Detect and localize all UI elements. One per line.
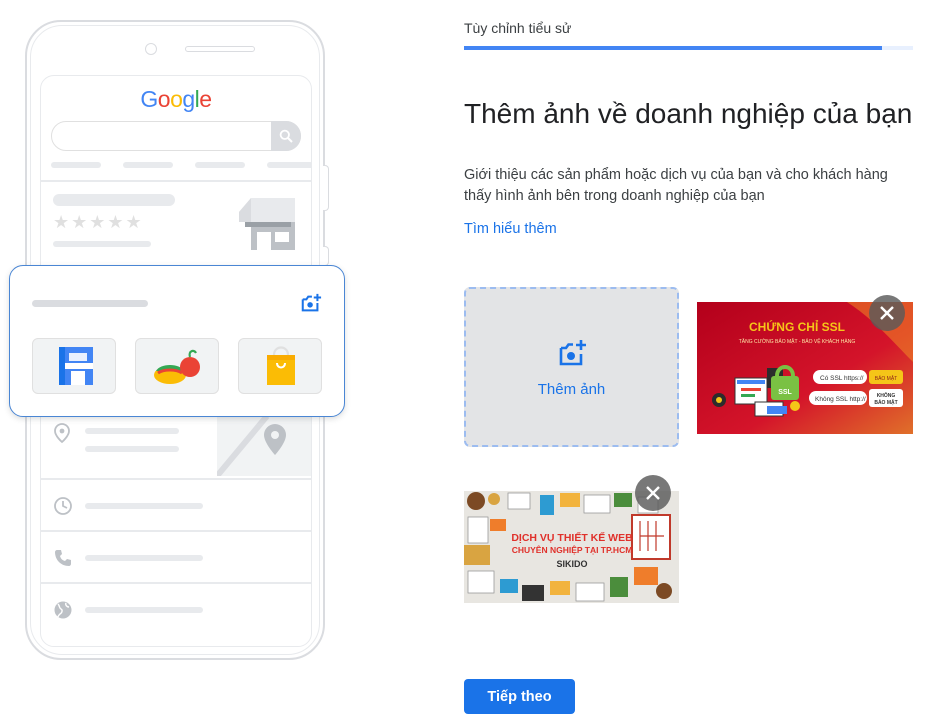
ssl-lock-label: SSL [778, 389, 792, 396]
thumbnail-food [135, 338, 219, 394]
close-icon [646, 486, 660, 500]
ssl-line2: Không SSL http:// [815, 396, 866, 403]
logo-letter: o [157, 86, 171, 112]
placeholder-tab [267, 162, 311, 168]
placeholder-line [32, 300, 148, 307]
divider [41, 478, 311, 480]
placeholder-line [85, 503, 203, 509]
placeholder-tab [51, 162, 101, 168]
globe-icon [54, 601, 72, 619]
divider [41, 180, 311, 182]
logo-letter: G [140, 86, 158, 112]
placeholder-line [85, 555, 203, 561]
divider [41, 582, 311, 584]
add-photo-icon [301, 293, 322, 312]
placeholder-line [85, 607, 203, 613]
mini-search-button [271, 121, 301, 151]
divider [41, 530, 311, 532]
search-icon [279, 129, 293, 143]
web-line1: DỊCH VỤ THIẾT KẾ WEB [511, 531, 633, 544]
phone-side-button [323, 165, 329, 211]
phone-side-button [323, 246, 329, 266]
phone-camera [145, 43, 157, 55]
map-pin-icon [214, 414, 286, 478]
photo-preview-card [9, 265, 345, 417]
ssl-badge2b: BẢO MẬT [874, 399, 897, 406]
remove-photo-button[interactable] [869, 295, 905, 331]
add-photo-label: Thêm ảnh [537, 381, 606, 398]
rating-stars: ★★★★★ [53, 212, 144, 233]
learn-more-link[interactable]: Tìm hiểu thêm [464, 221, 557, 237]
placeholder-business-name [53, 194, 175, 206]
phone-icon [55, 550, 71, 566]
storefront-icon [239, 198, 295, 250]
add-photo-button[interactable]: Thêm ảnh [464, 287, 679, 447]
add-photo-icon [559, 340, 586, 366]
mini-search-bar [51, 121, 301, 151]
thumbnail-bag [238, 338, 322, 394]
google-logo: Google [41, 86, 311, 113]
web-line3: SIKIDO [556, 559, 587, 569]
food-icon [154, 349, 200, 384]
mini-map [214, 414, 311, 478]
logo-letter: e [199, 86, 212, 112]
thumbnail-store [32, 338, 116, 394]
step-label: Tùy chỉnh tiểu sử [464, 20, 572, 36]
page-description: Giới thiệu các sản phẩm hoặc dịch vụ của… [464, 167, 888, 204]
placeholder-line [85, 428, 179, 434]
ssl-title: CHỨNG CHỈ SSL [749, 319, 845, 334]
page-title: Thêm ảnh về doanh nghiệp của bạn [464, 98, 913, 129]
progress-bar [464, 46, 913, 50]
placeholder-line [53, 241, 151, 247]
logo-letter: o [170, 86, 183, 112]
ssl-badge2a: KHÔNG [877, 391, 896, 399]
ssl-line1: Có SSL https:// [820, 375, 864, 382]
store-sign-icon [59, 347, 93, 385]
placeholder-tab [123, 162, 173, 168]
remove-photo-button[interactable] [635, 475, 671, 511]
placeholder-line [85, 446, 179, 452]
placeholder-tab [195, 162, 245, 168]
ssl-badge1: BẢO MẬT [875, 375, 898, 382]
clock-icon [54, 497, 72, 515]
next-button[interactable]: Tiếp theo [464, 679, 575, 714]
shopping-bag-icon [267, 346, 295, 385]
progress-fill [464, 46, 882, 50]
close-icon [880, 306, 894, 320]
web-line2: CHUYÊN NGHIỆP TẠI TP.HCM [512, 544, 633, 555]
logo-letter: g [182, 86, 195, 112]
location-icon [54, 423, 70, 443]
phone-speaker [185, 46, 255, 52]
ssl-subtitle: TĂNG CƯỜNG BẢO MẬT - BẢO VỆ KHÁCH HÀNG [739, 337, 856, 345]
